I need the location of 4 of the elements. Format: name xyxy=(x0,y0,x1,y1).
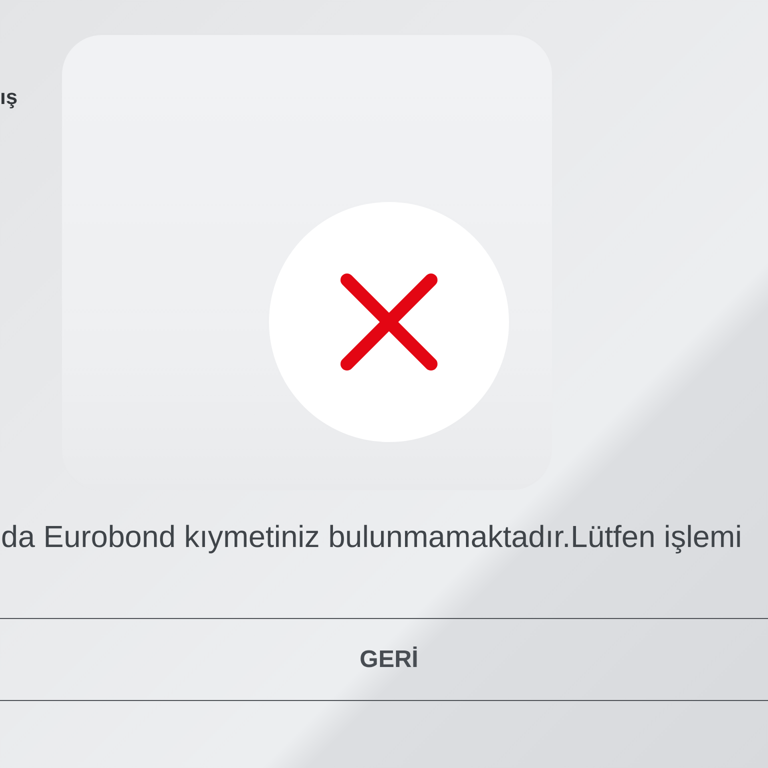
error-cross-icon xyxy=(269,202,509,442)
header-title: ış xyxy=(0,86,18,110)
error-message: da Eurobond kıymetiniz bulunmamaktadır.Lütfen işlemi xyxy=(0,519,742,555)
back-button[interactable]: GERİ xyxy=(0,618,768,701)
